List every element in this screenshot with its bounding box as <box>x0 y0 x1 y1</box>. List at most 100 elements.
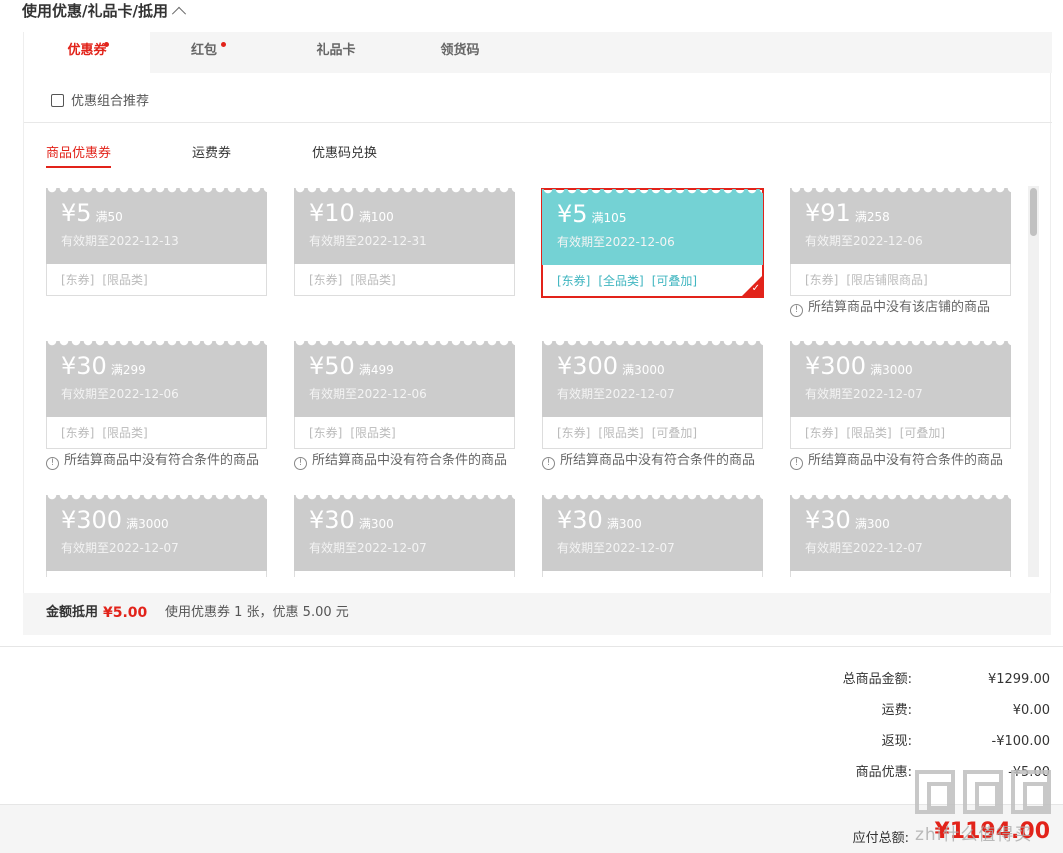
red-dot-icon <box>221 42 226 47</box>
recommend-combo-label: 优惠组合推荐 <box>71 94 150 109</box>
coupon-amount: ¥30 满300 <box>805 505 890 539</box>
recommend-combo-checkbox[interactable] <box>51 94 64 107</box>
red-dot-icon <box>104 42 109 47</box>
coupon-tag: [东券] <box>805 426 839 440</box>
coupon-face: ¥30 满300 有效期至2022-12-07 <box>294 495 515 571</box>
tab-redeem-code[interactable]: 领货码 <box>428 32 492 73</box>
total-row: 返现: -¥100.00 <box>750 726 1050 757</box>
coupon-expiry: 有效期至2022-12-07 <box>61 541 179 555</box>
info-icon: ! <box>542 457 555 470</box>
coupon-tags: [东券] [限店铺限商品] <box>790 264 1011 296</box>
coupon-expiry: 有效期至2022-12-06 <box>805 234 923 248</box>
coupon-condition: 满3000 <box>126 517 169 531</box>
coupon-value: ¥30 <box>805 506 851 534</box>
watermark-text: zhi什么值得买 <box>915 825 1033 845</box>
coupon-condition: 满105 <box>591 211 627 225</box>
coupon-tags <box>542 571 763 577</box>
coupon-card[interactable]: ¥30 满299 有效期至2022-12-06 [东券] [限品类] ! 所结算商品中… <box>46 341 267 470</box>
coupon-tags: [东券] [限品类] <box>294 417 515 449</box>
divider <box>24 122 1052 123</box>
coupon-expiry: 有效期至2022-12-31 <box>309 234 427 248</box>
coupon-expiry: 有效期至2022-12-07 <box>805 541 923 555</box>
tab-gift-cards[interactable]: 礼品卡 <box>304 32 368 73</box>
total-value: ¥1299.00 <box>987 672 1050 687</box>
coupon-tag: [可叠加] <box>651 426 698 440</box>
total-label: 总商品金额: <box>842 672 912 687</box>
coupon-face: ¥5 满50 有效期至2022-12-13 <box>46 188 267 264</box>
tab-label: 优惠券 <box>67 43 107 58</box>
coupon-value: ¥10 <box>309 199 355 227</box>
coupon-amount: ¥300 满3000 <box>61 505 169 539</box>
discount-summary: 金额抵用 ¥5.00 使用优惠券 1 张，优惠 5.00 元 <box>23 593 1051 635</box>
scrollbar-thumb[interactable] <box>1030 188 1037 236</box>
subtab-code-exchange[interactable]: 优惠码兑换 <box>312 144 377 166</box>
tab-coupons[interactable]: 优惠券 <box>24 32 150 73</box>
coupon-card-selected[interactable]: ¥5 满105 有效期至2022-12-06 [东券] [全品类] [可叠加] ✓ <box>541 188 764 298</box>
coupon-card[interactable]: ¥300 满3000 有效期至2022-12-07 [东券] [限品类] [可叠加] … <box>790 341 1011 470</box>
scrollbar-track[interactable] <box>1028 186 1039 577</box>
subtab-product-coupons[interactable]: 商品优惠券 <box>46 144 112 168</box>
coupon-note-text: 所结算商品中没有该店铺的商品 <box>808 300 991 315</box>
coupon-tags <box>46 571 267 577</box>
coupon-tags <box>790 571 1011 577</box>
coupon-face: ¥30 满299 有效期至2022-12-06 <box>46 341 267 417</box>
coupon-expiry: 有效期至2022-12-07 <box>805 387 923 401</box>
payable-label: 应付总额: <box>852 831 909 846</box>
discount-summary-label: 金额抵用 <box>46 605 99 620</box>
tab-red-packets[interactable]: 红包 <box>174 32 234 73</box>
coupon-amount: ¥30 满300 <box>557 505 642 539</box>
coupon-condition: 满3000 <box>870 363 913 377</box>
coupon-card[interactable]: ¥10 满100 有效期至2022-12-31 [东券] [限品类] <box>294 188 515 296</box>
coupon-tag: [全品类] <box>598 274 644 288</box>
info-icon: ! <box>46 457 59 470</box>
recommend-combo-row[interactable]: 优惠组合推荐 <box>51 92 149 112</box>
coupon-amount: ¥5 满50 <box>61 198 123 232</box>
coupon-card[interactable]: ¥5 满50 有效期至2022-12-13 [东券] [限品类] <box>46 188 267 296</box>
total-value: -¥100.00 <box>991 734 1050 749</box>
coupon-note: ! 所结算商品中没有符合条件的商品 <box>542 452 763 470</box>
coupon-list[interactable]: ¥5 满50 有效期至2022-12-13 [东券] [限品类] ¥10 满100 有… <box>46 188 1024 577</box>
coupon-amount: ¥5 满105 <box>557 199 626 233</box>
subtab-shipping-coupons[interactable]: 运费券 <box>192 144 231 166</box>
coupon-note: ! 所结算商品中没有符合条件的商品 <box>294 452 515 470</box>
coupon-note-text: 所结算商品中没有符合条件的商品 <box>312 453 508 468</box>
coupon-expiry: 有效期至2022-12-06 <box>309 387 427 401</box>
coupon-tags: [东券] [限品类] <box>46 264 267 296</box>
section-title-text: 使用优惠/礼品卡/抵用 <box>22 2 168 20</box>
coupon-card[interactable]: ¥300 满3000 有效期至2022-12-07 [东券] [限品类] [可叠加] … <box>542 341 763 470</box>
section-title[interactable]: 使用优惠/礼品卡/抵用 <box>22 0 187 22</box>
discount-summary-desc: 使用优惠券 1 张，优惠 5.00 元 <box>165 605 349 620</box>
coupon-card[interactable]: ¥30 满300 有效期至2022-12-07 <box>542 495 763 577</box>
total-label: 商品优惠: <box>855 765 912 780</box>
tab-label: 领货码 <box>440 43 480 58</box>
coupon-tags: [东券] [限品类] [可叠加] <box>790 417 1011 449</box>
coupon-tag: [东券] <box>61 426 95 440</box>
coupon-expiry: 有效期至2022-12-07 <box>309 541 427 555</box>
total-label: 运费: <box>881 703 912 718</box>
coupon-face: ¥30 满300 有效期至2022-12-07 <box>790 495 1011 571</box>
check-icon: ✓ <box>751 283 760 294</box>
discount-summary-amount: ¥5.00 <box>103 605 148 621</box>
coupon-note: ! 所结算商品中没有符合条件的商品 <box>46 452 267 470</box>
coupon-face: ¥30 满300 有效期至2022-12-07 <box>542 495 763 571</box>
coupon-card[interactable]: ¥50 满499 有效期至2022-12-06 [东券] [限品类] ! 所结算商品中… <box>294 341 515 470</box>
coupon-tags: [东券] [全品类] [可叠加] <box>542 265 763 297</box>
coupon-expiry: 有效期至2022-12-07 <box>557 387 675 401</box>
total-value: ¥0.00 <box>1012 703 1050 718</box>
coupon-condition: 满3000 <box>622 363 665 377</box>
coupon-condition: 满50 <box>95 210 123 224</box>
info-icon: ! <box>790 457 803 470</box>
coupon-tag: [限品类] <box>846 426 892 440</box>
coupon-card[interactable]: ¥30 满300 有效期至2022-12-07 <box>790 495 1011 577</box>
coupon-tags: [东券] [限品类] <box>46 417 267 449</box>
coupon-face: ¥300 满3000 有效期至2022-12-07 <box>46 495 267 571</box>
chevron-up-icon[interactable] <box>171 6 187 21</box>
watermark-glyph <box>915 770 955 814</box>
coupon-card[interactable]: ¥30 满300 有效期至2022-12-07 <box>294 495 515 577</box>
coupon-tag: [限品类] <box>350 273 396 287</box>
coupon-card[interactable]: ¥300 满3000 有效期至2022-12-07 <box>46 495 267 577</box>
coupon-card[interactable]: ¥91 满258 有效期至2022-12-06 [东券] [限店铺限商品] ! 所结算… <box>790 188 1011 317</box>
coupon-note: ! 所结算商品中没有符合条件的商品 <box>790 452 1011 470</box>
coupon-list-scrollbar[interactable] <box>1028 186 1039 577</box>
info-icon: ! <box>294 457 307 470</box>
